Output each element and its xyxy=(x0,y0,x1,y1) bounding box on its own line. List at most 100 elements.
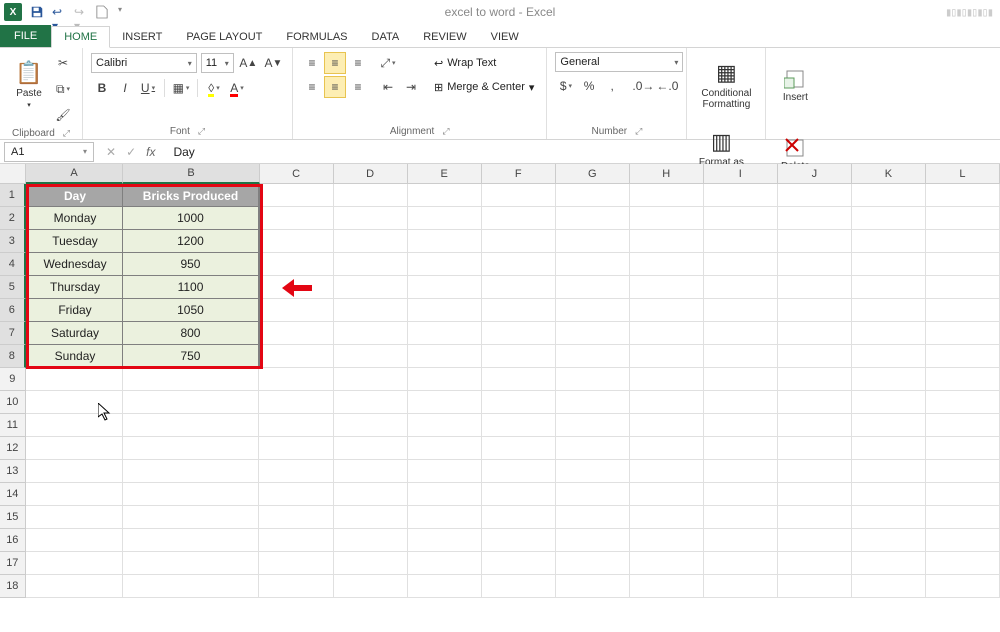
cell-D8[interactable] xyxy=(334,345,408,368)
cell-L16[interactable] xyxy=(926,529,1000,552)
redo-icon[interactable]: ↪ ▾ xyxy=(74,5,88,19)
row-header-17[interactable]: 17 xyxy=(0,552,26,575)
cell-F18[interactable] xyxy=(482,575,556,598)
row-header-4[interactable]: 4 xyxy=(0,253,26,276)
cell-D9[interactable] xyxy=(334,368,408,391)
merge-center-button[interactable]: ⊞Merge & Center ▾ xyxy=(430,76,538,98)
cell-L15[interactable] xyxy=(926,506,1000,529)
cell-F12[interactable] xyxy=(482,437,556,460)
cell-D3[interactable] xyxy=(334,230,408,253)
cell-D5[interactable] xyxy=(334,276,408,299)
cell-G12[interactable] xyxy=(556,437,630,460)
cell-I1[interactable] xyxy=(704,184,778,207)
cell-B2[interactable]: 1000 xyxy=(123,207,259,230)
cell-A15[interactable] xyxy=(26,506,124,529)
row-header-16[interactable]: 16 xyxy=(0,529,26,552)
cell-A2[interactable]: Monday xyxy=(26,207,124,230)
cell-H15[interactable] xyxy=(630,506,704,529)
align-middle-icon[interactable]: ≡ xyxy=(324,52,346,74)
cell-C9[interactable] xyxy=(259,368,333,391)
cell-J8[interactable] xyxy=(778,345,852,368)
cell-L2[interactable] xyxy=(926,207,1000,230)
cell-A7[interactable]: Saturday xyxy=(26,322,124,345)
cell-C12[interactable] xyxy=(259,437,333,460)
cell-D18[interactable] xyxy=(334,575,408,598)
cell-K2[interactable] xyxy=(852,207,926,230)
cell-H1[interactable] xyxy=(630,184,704,207)
cell-D11[interactable] xyxy=(334,414,408,437)
insert-button[interactable]: Insert xyxy=(774,52,816,118)
cell-J18[interactable] xyxy=(778,575,852,598)
borders-button[interactable]: ▦ ▾ xyxy=(170,77,192,99)
cell-G13[interactable] xyxy=(556,460,630,483)
align-center-icon[interactable]: ≡ xyxy=(324,76,346,98)
cell-H17[interactable] xyxy=(630,552,704,575)
number-format-combo[interactable]: General▾ xyxy=(555,52,683,72)
cell-K7[interactable] xyxy=(852,322,926,345)
cell-J9[interactable] xyxy=(778,368,852,391)
cell-I13[interactable] xyxy=(704,460,778,483)
cell-C2[interactable] xyxy=(260,207,334,230)
cell-C1[interactable] xyxy=(260,184,334,207)
cell-H2[interactable] xyxy=(630,207,704,230)
tab-page-layout[interactable]: PAGE LAYOUT xyxy=(174,27,274,47)
cell-B8[interactable]: 750 xyxy=(123,345,259,368)
cell-I17[interactable] xyxy=(704,552,778,575)
cell-K5[interactable] xyxy=(852,276,926,299)
cell-F13[interactable] xyxy=(482,460,556,483)
name-box[interactable]: A1▾ xyxy=(4,142,94,162)
cell-I10[interactable] xyxy=(704,391,778,414)
column-header-H[interactable]: H xyxy=(630,164,704,184)
decrease-decimal-icon[interactable]: ←.0 xyxy=(656,75,678,97)
cell-E14[interactable] xyxy=(408,483,482,506)
cell-J1[interactable] xyxy=(778,184,852,207)
cell-G15[interactable] xyxy=(556,506,630,529)
cell-K12[interactable] xyxy=(852,437,926,460)
cell-H16[interactable] xyxy=(630,529,704,552)
cell-C14[interactable] xyxy=(259,483,333,506)
cell-B13[interactable] xyxy=(123,460,259,483)
alignment-launcher-icon[interactable]: ⤢ xyxy=(442,126,449,137)
column-header-E[interactable]: E xyxy=(408,164,482,184)
cell-C8[interactable] xyxy=(260,345,334,368)
cell-A5[interactable]: Thursday xyxy=(26,276,124,299)
cell-B12[interactable] xyxy=(123,437,259,460)
cell-G16[interactable] xyxy=(556,529,630,552)
undo-icon[interactable]: ↩ ▾ xyxy=(52,5,66,19)
cell-J10[interactable] xyxy=(778,391,852,414)
cell-B15[interactable] xyxy=(123,506,259,529)
cell-G2[interactable] xyxy=(556,207,630,230)
cell-I6[interactable] xyxy=(704,299,778,322)
cell-G1[interactable] xyxy=(556,184,630,207)
tab-review[interactable]: REVIEW xyxy=(411,27,478,47)
cell-D14[interactable] xyxy=(334,483,408,506)
cell-B6[interactable]: 1050 xyxy=(123,299,259,322)
cell-E18[interactable] xyxy=(408,575,482,598)
row-header-10[interactable]: 10 xyxy=(0,391,26,414)
cell-D12[interactable] xyxy=(334,437,408,460)
cell-G18[interactable] xyxy=(556,575,630,598)
select-all-corner[interactable] xyxy=(0,164,26,184)
cell-F6[interactable] xyxy=(482,299,556,322)
cell-C18[interactable] xyxy=(259,575,333,598)
cell-B10[interactable] xyxy=(123,391,259,414)
cell-E11[interactable] xyxy=(408,414,482,437)
cell-K4[interactable] xyxy=(852,253,926,276)
new-doc-icon[interactable]: ▾ xyxy=(96,5,110,19)
column-header-G[interactable]: G xyxy=(556,164,630,184)
cell-C6[interactable] xyxy=(260,299,334,322)
cell-F15[interactable] xyxy=(482,506,556,529)
cell-A9[interactable] xyxy=(26,368,124,391)
cell-J15[interactable] xyxy=(778,506,852,529)
cell-K6[interactable] xyxy=(852,299,926,322)
cell-G8[interactable] xyxy=(556,345,630,368)
cell-F2[interactable] xyxy=(482,207,556,230)
align-bottom-icon[interactable]: ≡ xyxy=(347,52,369,74)
font-name-combo[interactable]: Calibri▾ xyxy=(91,53,197,73)
cell-A4[interactable]: Wednesday xyxy=(26,253,124,276)
cell-A16[interactable] xyxy=(26,529,124,552)
cell-F8[interactable] xyxy=(482,345,556,368)
cell-I7[interactable] xyxy=(704,322,778,345)
cell-H11[interactable] xyxy=(630,414,704,437)
cell-E8[interactable] xyxy=(408,345,482,368)
